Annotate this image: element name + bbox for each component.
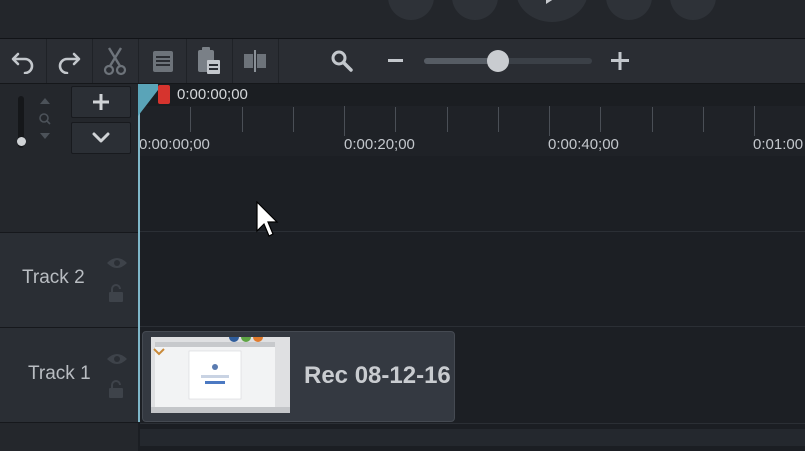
zoom-in-button[interactable] [610,51,630,76]
ruler-minor-tick [190,107,192,132]
ruler-minor-tick [292,107,294,132]
clip-label: Rec 08-12-16 [304,362,451,389]
ruler-minor-tick [497,107,499,132]
track-header-2[interactable]: Track 2 [0,232,138,328]
track-2-lane[interactable] [140,232,805,327]
split-button[interactable] [232,39,279,83]
zoom-search-button[interactable] [330,49,354,78]
split-icon [244,50,266,72]
track-height-handle[interactable] [17,137,26,146]
ruler-label-60: 0:01:00 [753,136,804,153]
track-name: Track 2 [22,267,85,288]
plus-icon [611,52,629,70]
undo-icon [11,52,34,74]
track-header-1[interactable]: Track 1 [0,327,138,423]
ruler-minor-tick [241,107,243,132]
track-headers: Track 2 Track 1 [0,84,138,451]
add-track-button[interactable] [71,86,131,118]
play-button[interactable] [516,0,588,22]
chevron-down-icon [92,132,110,143]
playhead-time: 0:00:00;00 [177,86,248,103]
previous-button[interactable] [388,0,434,20]
playback-controls [0,0,805,39]
next-button[interactable] [670,0,716,20]
empty-track-lane[interactable] [140,156,805,232]
playhead-line[interactable] [138,84,140,422]
copy-icon [153,51,173,72]
paste-button[interactable] [186,39,233,83]
lock-icon[interactable] [108,379,124,399]
playhead-handle[interactable] [158,85,170,104]
undo-button[interactable] [0,39,47,83]
minus-icon [388,59,403,62]
ruler-minor-tick [446,107,448,132]
track-name: Track 1 [28,363,91,384]
zoom-tracks-icon [39,98,51,139]
eye-icon[interactable] [106,256,128,270]
paste-icon [198,47,220,74]
ruler-major-tick [754,106,755,136]
redo-icon [58,52,81,74]
ruler-minor-tick [651,107,653,132]
ruler-minor-tick [600,107,602,132]
cut-icon [103,47,127,76]
clip-thumbnail [151,332,290,413]
playhead-in-marker[interactable] [138,84,160,118]
ruler-minor-tick [702,107,704,132]
magnifier-icon [331,50,353,72]
ruler-minor-tick [395,107,397,132]
play-icon [546,0,553,4]
step-forward-button[interactable] [606,0,652,20]
plus-icon [93,94,109,110]
cut-button[interactable] [92,39,139,83]
step-back-button[interactable] [452,0,498,20]
ruler-label-40: 0:00:40;00 [548,136,619,153]
copy-button[interactable] [140,39,187,83]
lock-icon[interactable] [108,283,124,303]
horizontal-scrollbar[interactable] [140,429,805,446]
audio-marker-icon [153,348,165,356]
mouse-cursor-icon [256,201,279,237]
ruler-label-20: 0:00:20;00 [344,136,415,153]
zoom-out-button[interactable] [386,51,406,76]
timeline-toolbar [0,39,805,84]
zoom-slider-handle[interactable] [486,50,509,72]
screen-recording-thumbnail [151,332,290,413]
eye-icon[interactable] [106,352,128,366]
ruler-major-tick [549,106,550,136]
collapse-tracks-button[interactable] [71,122,131,154]
ruler-major-tick [344,106,345,136]
ruler-label-0: 0:00:00;00 [139,136,210,153]
redo-button[interactable] [46,39,93,83]
